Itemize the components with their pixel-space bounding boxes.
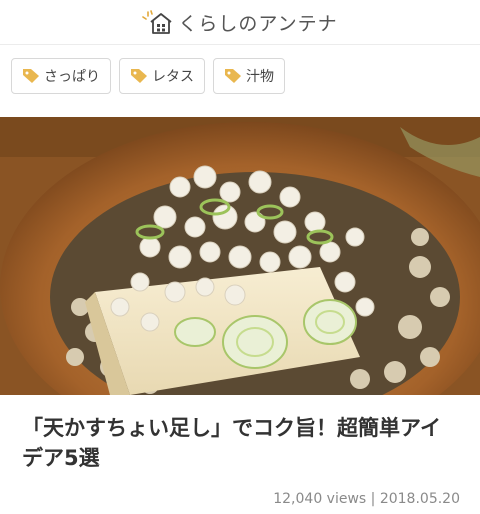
tag-label: さっぱり <box>44 69 100 85</box>
tag-label: 汁物 <box>246 69 274 85</box>
article-title[interactable]: 「天かすちょい足し」でコク旨！超簡単アイデア5選 <box>0 413 480 473</box>
tag-icon <box>225 69 241 83</box>
tag-soup[interactable]: 汁物 <box>213 58 285 94</box>
view-count: 12,040 views <box>273 491 367 507</box>
article-hero-image[interactable] <box>0 117 480 395</box>
article-meta: 12,040 views | 2018.05.20 <box>0 491 480 507</box>
logo[interactable]: くらしのアンテナ <box>142 9 337 36</box>
meta-separator: | <box>370 491 376 507</box>
logo-text: くらしのアンテナ <box>178 12 338 35</box>
app-header: くらしのアンテナ <box>0 0 480 45</box>
tofu-dish-photo <box>0 117 480 395</box>
tag-label: レタス <box>152 69 194 85</box>
tag-list: さっぱり レタス 汁物 <box>0 45 480 95</box>
tag-lettuce[interactable]: レタス <box>119 58 205 94</box>
publish-date: 2018.05.20 <box>379 491 460 507</box>
tag-icon <box>131 69 147 83</box>
house-icon <box>142 10 172 34</box>
tag-sappari[interactable]: さっぱり <box>11 58 111 94</box>
tag-icon <box>23 69 39 83</box>
